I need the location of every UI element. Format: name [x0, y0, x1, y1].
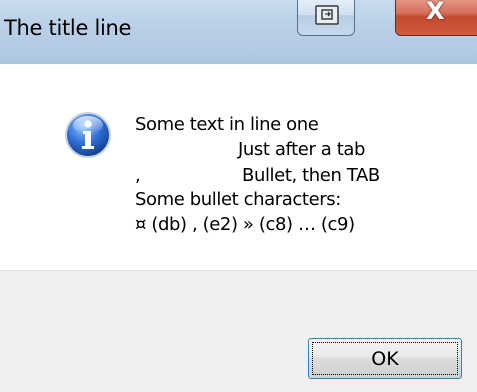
message-line-4: Some bullet characters:: [135, 189, 341, 210]
button-bar: OK: [0, 270, 477, 392]
window-title: The title line: [4, 16, 132, 40]
close-icon: X: [426, 0, 445, 25]
message-area: Some text in line one Just after a tab ,…: [0, 64, 477, 270]
restore-button[interactable]: [297, 0, 355, 36]
close-button[interactable]: X: [395, 0, 477, 36]
information-icon: [65, 112, 111, 158]
message-line-3-comma: ,: [135, 165, 141, 186]
message-box-window: The title line X Some text in line one J…: [0, 0, 477, 392]
ok-button[interactable]: OK: [308, 338, 462, 379]
message-line-5: ¤ (db) , (e2) » (c8) … (c9): [135, 214, 355, 235]
message-line-1: Some text in line one: [135, 114, 319, 135]
title-bar[interactable]: The title line X: [0, 0, 477, 64]
message-line-3-bullet: Bullet, then TAB: [242, 165, 380, 186]
restore-icon: [315, 5, 339, 25]
message-line-2: Just after a tab: [238, 139, 366, 160]
